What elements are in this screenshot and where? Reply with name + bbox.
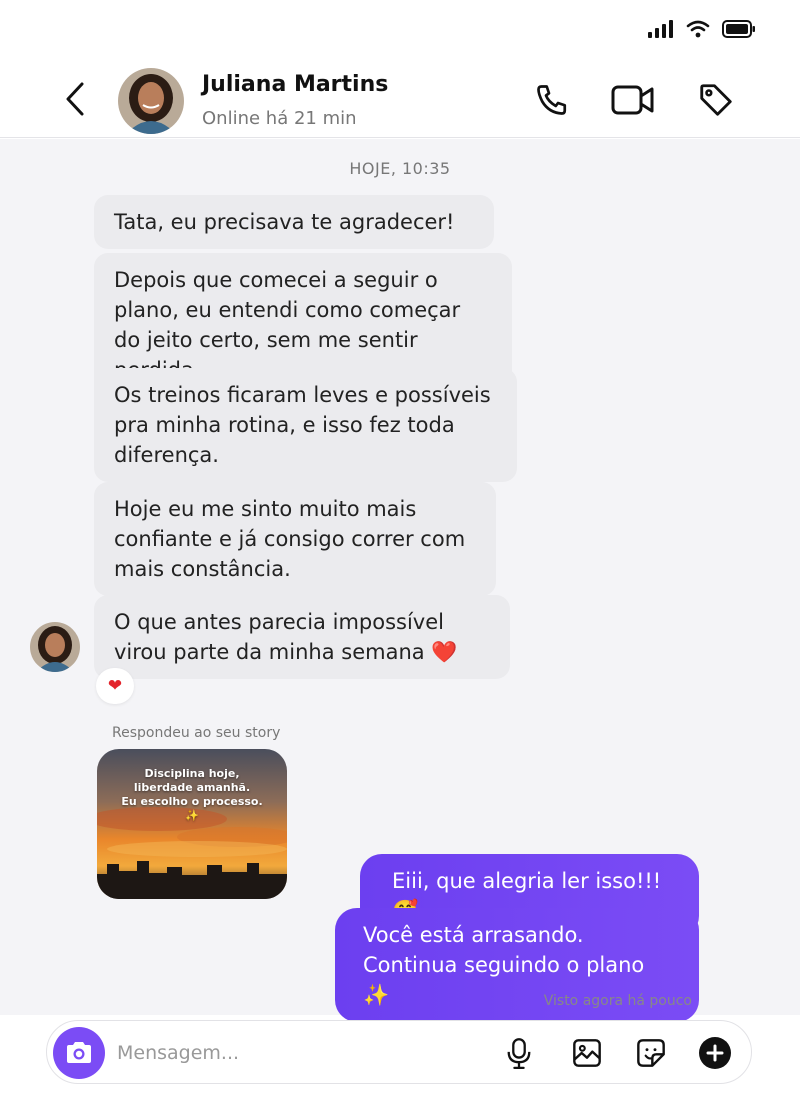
sticker-icon [637,1039,665,1067]
seen-indicator: Visto agora há pouco [543,993,692,1009]
voice-message-button[interactable] [501,1035,537,1071]
back-icon [66,82,84,116]
video-call-button[interactable] [610,80,656,120]
gallery-icon [573,1039,601,1067]
contact-name[interactable]: Juliana Martins [202,72,388,97]
contact-avatar[interactable] [118,68,184,134]
tag-icon [700,84,732,116]
message-input[interactable] [117,1035,477,1071]
wifi-icon [686,20,710,38]
chat-thread[interactable]: HOJE, 10:35 Tata, eu precisava te agrade… [0,139,800,1022]
chat-header: Juliana Martins Online há 21 min [0,60,800,138]
plus-icon [699,1037,731,1069]
message-composer [46,1020,752,1084]
sender-avatar [30,622,80,672]
date-separator: HOJE, 10:35 [349,159,451,178]
contact-status: Online há 21 min [202,108,357,129]
story-thumbnail[interactable]: Disciplina hoje, liberdade amanhã. Eu es… [97,749,287,899]
video-icon [611,85,654,115]
story-reply-label: Respondeu ao seu story [112,725,281,741]
camera-icon [67,1042,91,1063]
status-icons [648,20,756,38]
signal-icon [648,20,673,38]
back-button[interactable] [58,78,92,120]
sticker-button[interactable] [633,1035,669,1071]
more-options-button[interactable] [697,1035,733,1071]
incoming-message[interactable]: O que antes parecia impossível virou par… [94,595,510,679]
phone-icon [537,85,567,115]
tag-button[interactable] [696,80,736,120]
heart-reaction[interactable]: ❤ [96,668,134,704]
gallery-button[interactable] [569,1035,605,1071]
status-bar [0,0,800,60]
battery-icon [722,20,755,38]
incoming-message[interactable]: Hoje eu me sinto muito mais confiante e … [94,482,496,596]
microphone-icon [507,1038,531,1069]
call-button[interactable] [532,80,572,120]
camera-button[interactable] [53,1027,105,1079]
incoming-message[interactable]: Os treinos ficaram leves e possíveis pra… [94,368,517,482]
story-text: Disciplina hoje, liberdade amanhã. Eu es… [121,767,263,822]
incoming-message[interactable]: Tata, eu precisava te agradecer! [94,195,494,249]
